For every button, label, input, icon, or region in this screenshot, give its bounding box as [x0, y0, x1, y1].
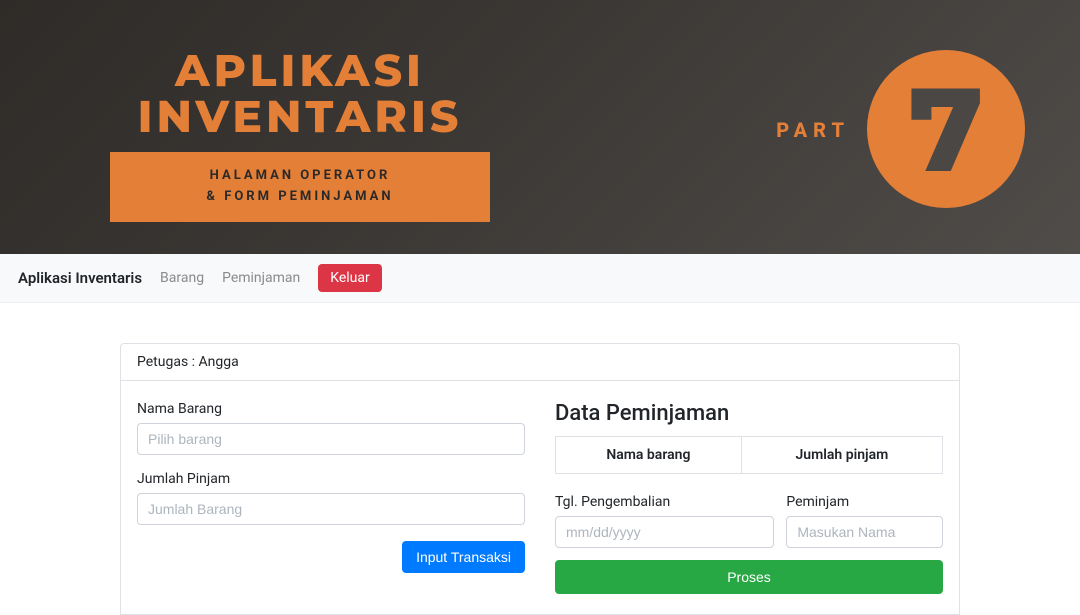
peminjam-input[interactable] [786, 516, 943, 548]
nav-keluar-button[interactable]: Keluar [318, 264, 382, 292]
banner-subtitle: HALAMAN OPERATOR & FORM PEMINJAMAN [130, 166, 470, 208]
form-left: Nama Barang Jumlah Pinjam Input Transaks… [137, 401, 525, 594]
peminjam-label: Peminjam [786, 494, 943, 510]
nav-link-peminjaman[interactable]: Peminjaman [222, 270, 300, 286]
nav-brand[interactable]: Aplikasi Inventaris [18, 269, 142, 287]
card-header-petugas: Petugas : Angga [120, 343, 960, 380]
banner-title: APLIKASI INVENTARIS [130, 48, 470, 140]
row-tgl-peminjam: Tgl. Pengembalian Peminjam [555, 494, 943, 548]
content: Petugas : Angga Nama Barang Jumlah Pinja… [0, 303, 1080, 615]
peminjaman-table: Nama barang Jumlah pinjam [555, 436, 943, 474]
part-number: 7 [909, 70, 984, 188]
banner: APLIKASI INVENTARIS HALAMAN OPERATOR & F… [0, 0, 1080, 254]
nav-link-barang[interactable]: Barang [160, 270, 204, 286]
jumlah-pinjam-label: Jumlah Pinjam [137, 471, 525, 487]
nama-barang-label: Nama Barang [137, 401, 525, 417]
banner-title-line2: INVENTARIS [138, 90, 463, 144]
banner-subtitle-box: HALAMAN OPERATOR & FORM PEMINJAMAN [110, 152, 490, 222]
th-jumlah-pinjam: Jumlah pinjam [741, 437, 942, 474]
part-label: PART [776, 118, 850, 142]
form-right: Data Peminjaman Nama barang Jumlah pinja… [555, 401, 943, 594]
banner-subtitle-line2: & FORM PEMINJAMAN [206, 189, 393, 204]
table-header-row: Nama barang Jumlah pinjam [556, 437, 943, 474]
card-body: Nama Barang Jumlah Pinjam Input Transaks… [120, 380, 960, 615]
input-transaksi-button[interactable]: Input Transaksi [402, 541, 525, 573]
jumlah-pinjam-input[interactable] [137, 493, 525, 525]
part-circle: 7 [867, 50, 1025, 208]
navbar: Aplikasi Inventaris Barang Peminjaman Ke… [0, 254, 1080, 303]
tgl-pengembalian-input[interactable] [555, 516, 774, 548]
th-nama-barang: Nama barang [556, 437, 742, 474]
tgl-pengembalian-label: Tgl. Pengembalian [555, 494, 774, 510]
nama-barang-input[interactable] [137, 423, 525, 455]
banner-subtitle-line1: HALAMAN OPERATOR [210, 168, 391, 183]
data-peminjaman-title: Data Peminjaman [555, 401, 943, 426]
proses-button[interactable]: Proses [555, 560, 943, 594]
